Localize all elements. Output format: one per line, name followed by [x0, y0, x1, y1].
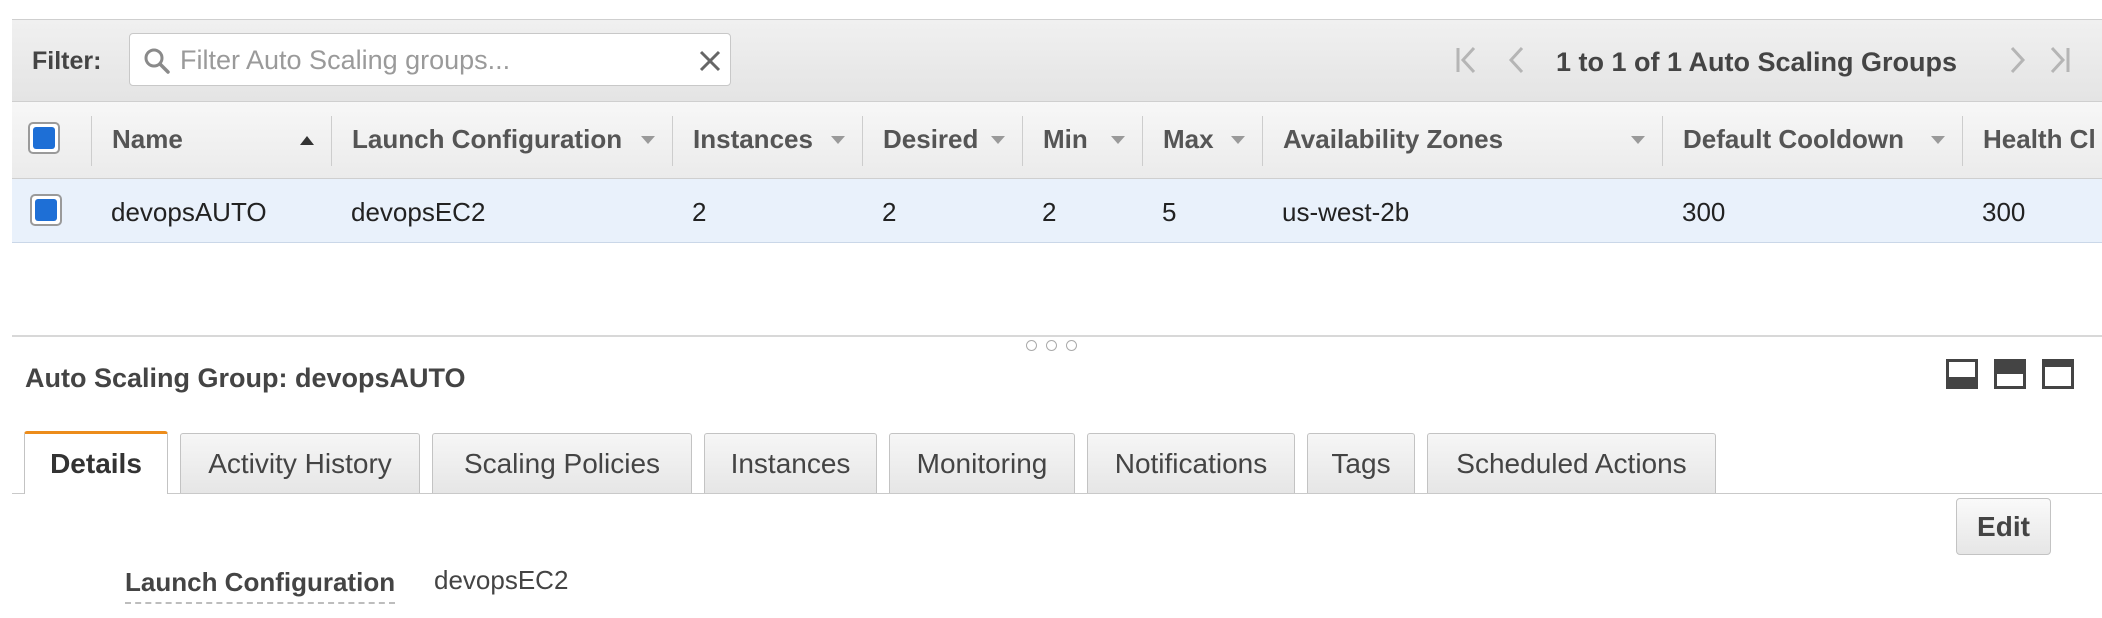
select-all-checkbox[interactable]	[28, 122, 60, 154]
column-header-label: Max	[1163, 124, 1214, 154]
cell-max: 5	[1162, 197, 1177, 227]
resize-grip-dot[interactable]	[1046, 340, 1057, 351]
cell-min: 2	[1042, 197, 1057, 227]
column-menu-icon	[641, 136, 655, 144]
column-header-instances[interactable]: Instances	[673, 102, 863, 179]
last-page-icon[interactable]	[2044, 40, 2074, 80]
cell-default-cooldown: 300	[1682, 197, 1726, 227]
filter-input[interactable]	[180, 42, 680, 78]
tab-notifications[interactable]: Notifications	[1087, 433, 1295, 493]
column-header-label: Instances	[693, 124, 813, 154]
column-header-launch-configuration[interactable]: Launch Configuration	[332, 102, 673, 179]
row-checkbox[interactable]	[30, 194, 62, 226]
table-row[interactable]: devopsAUTO devopsEC2 2 2 2 5 us-west-2b …	[12, 179, 2102, 243]
filter-bar: Filter: 1 to 1 of 1 Auto Scaling Groups	[12, 19, 2102, 101]
column-menu-icon	[1111, 136, 1125, 144]
column-header-default-cooldown[interactable]: Default Cooldown	[1663, 102, 1963, 179]
column-header-label: Availability Zones	[1283, 124, 1504, 154]
filter-box[interactable]	[129, 33, 731, 86]
column-header-max[interactable]: Max	[1143, 102, 1263, 179]
tab-monitoring[interactable]: Monitoring	[889, 433, 1075, 493]
cell-name: devopsAUTO	[111, 197, 267, 227]
cell-health-check: 300	[1982, 197, 2026, 227]
column-menu-icon	[1931, 136, 1945, 144]
column-header-label: Desired	[883, 124, 979, 154]
previous-page-icon[interactable]	[1502, 40, 1532, 80]
filter-label: Filter:	[32, 47, 102, 75]
edit-button[interactable]: Edit	[1956, 498, 2051, 555]
column-header-desired[interactable]: Desired	[863, 102, 1023, 179]
column-header-availability-zones[interactable]: Availability Zones	[1263, 102, 1663, 179]
cell-desired: 2	[882, 197, 897, 227]
next-page-icon[interactable]	[2002, 40, 2032, 80]
auto-scaling-console: Filter: 1 to 1 of 1 Auto Scaling Groups	[12, 19, 2102, 618]
tab-scheduled-actions[interactable]: Scheduled Actions	[1427, 433, 1716, 493]
clear-filter-icon[interactable]	[698, 49, 722, 73]
column-menu-icon	[831, 136, 845, 144]
tab-activity-history[interactable]: Activity History	[180, 433, 420, 493]
pager-text: 1 to 1 of 1 Auto Scaling Groups	[1556, 47, 1958, 77]
column-menu-icon	[1631, 136, 1645, 144]
detail-pane-title: Auto Scaling Group: devopsAUTO	[25, 363, 466, 393]
resize-grip-dot[interactable]	[1026, 340, 1037, 351]
column-header-label: Min	[1043, 124, 1088, 154]
column-header-min[interactable]: Min	[1023, 102, 1143, 179]
resize-grip-dot[interactable]	[1066, 340, 1077, 351]
column-header-label: Name	[112, 124, 183, 154]
column-header-label: Default Cooldown	[1683, 124, 1904, 154]
column-header-label: Launch Configuration	[352, 124, 623, 154]
layout-bottom-pane-icon[interactable]	[1946, 359, 1978, 389]
pane-divider[interactable]	[12, 335, 2102, 337]
cell-instances: 2	[692, 197, 707, 227]
column-menu-icon	[1231, 136, 1245, 144]
column-header-health-check[interactable]: Health Cl	[1963, 102, 2102, 179]
select-all-cell	[12, 102, 92, 179]
layout-split-pane-icon[interactable]	[1994, 359, 2026, 389]
column-header-label: Health Cl	[1983, 124, 2096, 154]
column-menu-icon	[991, 136, 1005, 144]
tab-tags[interactable]: Tags	[1307, 433, 1415, 493]
sort-ascending-icon	[300, 136, 314, 145]
layout-top-pane-icon[interactable]	[2042, 359, 2074, 389]
tabs-baseline	[12, 493, 2102, 494]
tab-details[interactable]: Details	[24, 431, 168, 494]
field-label-launch-configuration: Launch Configuration	[125, 567, 396, 604]
table-header-row: Name Launch Configuration Instances Desi…	[12, 101, 2102, 179]
first-page-icon[interactable]	[1452, 40, 1482, 80]
cell-availability-zones: us-west-2b	[1282, 197, 1410, 227]
tab-scaling-policies[interactable]: Scaling Policies	[432, 433, 692, 493]
cell-launch-configuration: devopsEC2	[351, 197, 486, 227]
search-icon	[144, 48, 170, 74]
column-header-name[interactable]: Name	[92, 102, 332, 179]
tab-instances[interactable]: Instances	[704, 433, 877, 493]
field-value-launch-configuration: devopsEC2	[434, 565, 569, 595]
